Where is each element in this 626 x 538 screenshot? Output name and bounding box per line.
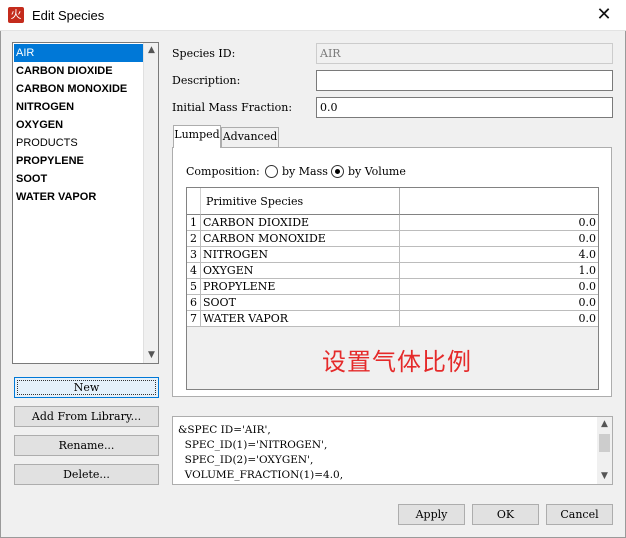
scroll-up-icon[interactable]: ▲	[144, 43, 159, 58]
code-line: VOLUME_FRACTION(1)=4.0,	[178, 469, 344, 481]
species-list-item[interactable]: NITROGEN	[14, 98, 144, 116]
by-mass-radio[interactable]	[265, 165, 278, 178]
species-list[interactable]: AIR CARBON DIOXIDE CARBON MONOXIDE NITROGEN…	[12, 42, 159, 364]
table-row[interactable]: 7 WATER VAPOR 0.0	[187, 311, 598, 327]
scroll-down-icon[interactable]: ▼	[597, 469, 612, 484]
scroll-thumb[interactable]	[599, 434, 610, 452]
initial-mass-fraction-field[interactable]: 0.0	[316, 97, 613, 118]
by-mass-label[interactable]: by Mass	[282, 165, 328, 178]
species-name-cell[interactable]: NITROGEN	[201, 247, 400, 263]
fraction-cell[interactable]: 0.0	[400, 231, 598, 247]
cancel-button[interactable]: Cancel	[546, 504, 613, 525]
species-list-item[interactable]: CARBON MONOXIDE	[14, 80, 144, 98]
table-row[interactable]: 1 CARBON DIOXIDE 0.0	[187, 215, 598, 231]
fds-code-preview[interactable]: &SPEC ID='AIR', SPEC_ID(1)='NITROGEN', S…	[172, 416, 613, 485]
tab-advanced[interactable]: Advanced	[221, 127, 279, 147]
code-line: SPEC_ID(2)='OXYGEN',	[178, 454, 314, 466]
fraction-cell[interactable]: 1.0	[400, 263, 598, 279]
species-list-item[interactable]: OXYGEN	[14, 116, 144, 134]
table-corner	[187, 188, 201, 215]
fire-icon: 火	[8, 7, 24, 23]
ok-button[interactable]: OK	[472, 504, 539, 525]
species-id-label: Species ID:	[172, 47, 236, 60]
code-scrollbar[interactable]: ▲ ▼	[597, 417, 612, 484]
species-list-item[interactable]: PRODUCTS	[14, 134, 144, 152]
fraction-cell[interactable]: 0.0	[400, 295, 598, 311]
title-bar: 火 Edit Species ✕	[0, 0, 626, 31]
by-volume-label[interactable]: by Volume	[348, 165, 406, 178]
delete-button[interactable]: Delete...	[14, 464, 159, 485]
table-row[interactable]: 4 OXYGEN 1.0	[187, 263, 598, 279]
code-line: SPEC_ID(1)='NITROGEN',	[178, 439, 328, 451]
scroll-down-icon[interactable]: ▼	[144, 348, 159, 363]
species-name-cell[interactable]: SOOT	[201, 295, 400, 311]
initial-mass-fraction-label: Initial Mass Fraction:	[172, 101, 293, 114]
species-list-item[interactable]: PROPYLENE	[14, 152, 144, 170]
by-volume-radio[interactable]	[331, 165, 344, 178]
table-row[interactable]: 2 CARBON MONOXIDE 0.0	[187, 231, 598, 247]
species-name-cell[interactable]: CARBON MONOXIDE	[201, 231, 400, 247]
species-list-item[interactable]: AIR	[14, 44, 144, 62]
tab-lumped[interactable]: Lumped	[173, 125, 221, 148]
close-icon[interactable]: ✕	[592, 4, 616, 26]
species-id-field: AIR	[316, 43, 613, 64]
description-label: Description:	[172, 74, 241, 87]
primitive-species-header: Primitive Species	[201, 188, 400, 215]
code-line: VOLUME_FRACTION(2)=1.0, BACKGROUND=.TRUE…	[178, 484, 479, 485]
species-list-item[interactable]: WATER VAPOR	[14, 188, 144, 206]
new-button[interactable]: New	[14, 377, 159, 398]
species-list-scrollbar[interactable]: ▲ ▼	[143, 43, 158, 363]
fraction-cell[interactable]: 0.0	[400, 279, 598, 295]
species-list-item[interactable]: SOOT	[14, 170, 144, 188]
table-row[interactable]: 5 PROPYLENE 0.0	[187, 279, 598, 295]
rename-button[interactable]: Rename...	[14, 435, 159, 456]
row-number: 2	[187, 231, 201, 247]
row-number: 3	[187, 247, 201, 263]
table-row[interactable]: 3 NITROGEN 4.0	[187, 247, 598, 263]
species-list-item[interactable]: CARBON DIOXIDE	[14, 62, 144, 80]
row-number: 6	[187, 295, 201, 311]
species-name-cell[interactable]: WATER VAPOR	[201, 311, 400, 327]
window-title: Edit Species	[32, 8, 105, 23]
species-name-cell[interactable]: CARBON DIOXIDE	[201, 215, 400, 231]
row-number: 1	[187, 215, 201, 231]
row-number: 7	[187, 311, 201, 327]
row-number: 5	[187, 279, 201, 295]
species-name-cell[interactable]: OXYGEN	[201, 263, 400, 279]
description-field[interactable]	[316, 70, 613, 91]
annotation-text: 设置气体比例	[322, 348, 472, 376]
fraction-header	[400, 188, 598, 215]
species-name-cell[interactable]: PROPYLENE	[201, 279, 400, 295]
fraction-cell[interactable]: 4.0	[400, 247, 598, 263]
scroll-up-icon[interactable]: ▲	[597, 417, 612, 432]
composition-label: Composition:	[186, 165, 260, 178]
code-line: &SPEC ID='AIR',	[178, 424, 271, 436]
fraction-cell[interactable]: 0.0	[400, 311, 598, 327]
apply-button[interactable]: Apply	[398, 504, 465, 525]
row-number: 4	[187, 263, 201, 279]
fraction-cell[interactable]: 0.0	[400, 215, 598, 231]
table-row[interactable]: 6 SOOT 0.0	[187, 295, 598, 311]
add-from-library-button[interactable]: Add From Library...	[14, 406, 159, 427]
